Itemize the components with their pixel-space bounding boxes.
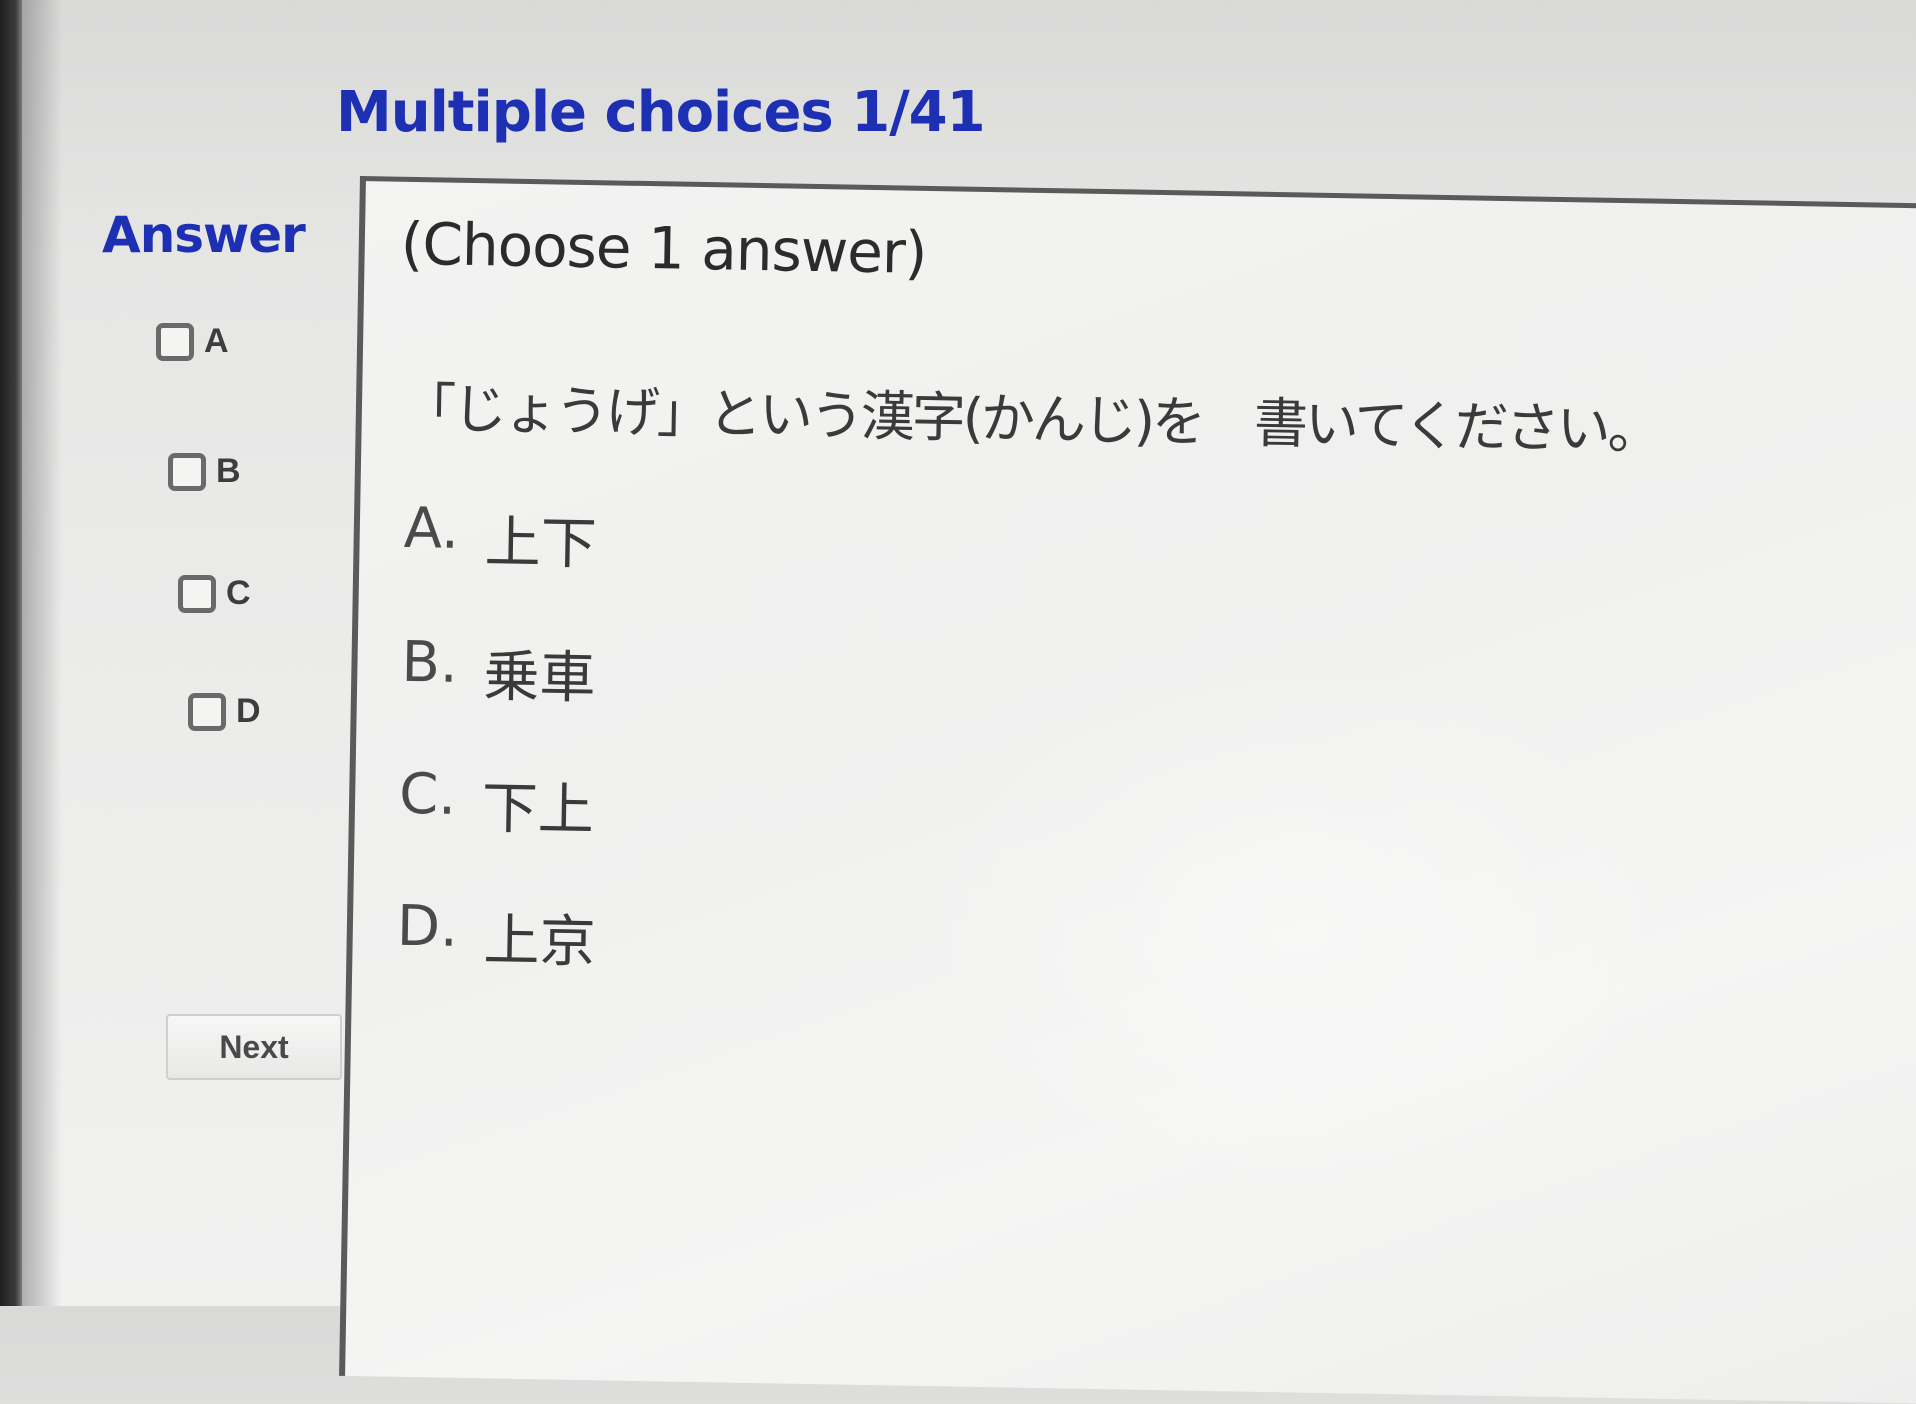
choice-d-text: 上京 bbox=[483, 908, 597, 976]
choice-a-label: A. bbox=[403, 495, 460, 562]
choice-c-label: C. bbox=[398, 761, 457, 828]
bezel-shadow bbox=[22, 0, 62, 1306]
choice-c: C. 下上 bbox=[398, 761, 595, 846]
answer-option-b-label: B bbox=[216, 452, 241, 490]
monitor-bezel bbox=[0, 0, 22, 1306]
choice-b: B. 乗車 bbox=[401, 630, 597, 714]
checkbox-d[interactable] bbox=[188, 692, 226, 731]
choice-c-text: 下上 bbox=[481, 776, 595, 844]
page-title: Multiple choices 1/41 bbox=[336, 80, 986, 145]
checkbox-a[interactable] bbox=[156, 322, 194, 361]
choice-b-text: 乗車 bbox=[482, 644, 597, 712]
question-panel: (Choose 1 answer) 「じょうげ」という漢字(かんじ)を 書いてく… bbox=[339, 176, 1916, 1404]
answer-option-b[interactable]: B bbox=[168, 452, 241, 491]
choice-b-label: B. bbox=[400, 629, 459, 696]
answer-option-a-label: A bbox=[204, 322, 229, 360]
answer-option-d-label: D bbox=[236, 692, 261, 730]
choice-d: D. 上京 bbox=[396, 894, 596, 978]
answer-option-c[interactable]: C bbox=[178, 574, 251, 613]
answer-option-d[interactable]: D bbox=[188, 692, 261, 731]
answer-option-c-label: C bbox=[226, 574, 251, 612]
checkbox-b[interactable] bbox=[168, 452, 206, 491]
question-instruction: (Choose 1 answer) bbox=[400, 209, 927, 287]
checkbox-c[interactable] bbox=[178, 574, 216, 613]
question-text: 「じょうげ」という漢字(かんじ)を 書いてください。 bbox=[401, 376, 1660, 462]
choice-a: A. 上下 bbox=[403, 496, 598, 580]
choice-a-text: 上下 bbox=[484, 510, 598, 578]
next-button[interactable]: Next bbox=[166, 1014, 342, 1080]
answer-heading: Answer bbox=[102, 206, 306, 264]
choice-d-label: D. bbox=[396, 893, 459, 960]
answer-option-a[interactable]: A bbox=[156, 322, 229, 361]
